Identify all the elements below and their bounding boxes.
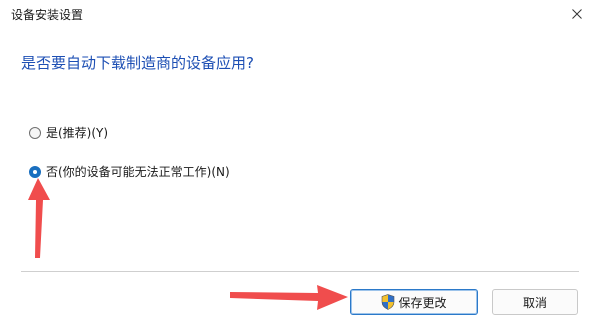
option-yes-label: 是(推荐)(Y) [46, 126, 109, 140]
dialog-content: 是否要自动下载制造商的设备应用? 是(推荐)(Y) 否(你的设备可能无法正常工作… [0, 28, 600, 325]
option-yes[interactable]: 是(推荐)(Y) [29, 124, 108, 141]
save-changes-label: 保存更改 [398, 295, 447, 310]
red-arrow-icon [230, 285, 348, 310]
cancel-button[interactable]: 取消 [492, 289, 578, 315]
separator [21, 271, 579, 272]
close-button[interactable] [554, 0, 600, 28]
close-icon [572, 9, 582, 19]
window-title: 设备安装设置 [11, 8, 84, 22]
option-no-label: 否(你的设备可能无法正常工作)(N) [46, 165, 230, 179]
title-bar: 设备安装设置 [0, 0, 600, 28]
uac-shield-icon [382, 294, 395, 310]
question-text: 是否要自动下载制造商的设备应用? [21, 54, 254, 72]
save-changes-button[interactable]: 保存更改 [350, 289, 478, 315]
cancel-label: 取消 [522, 295, 547, 310]
radio-yes[interactable] [29, 126, 41, 139]
red-arrow-icon [28, 178, 50, 258]
